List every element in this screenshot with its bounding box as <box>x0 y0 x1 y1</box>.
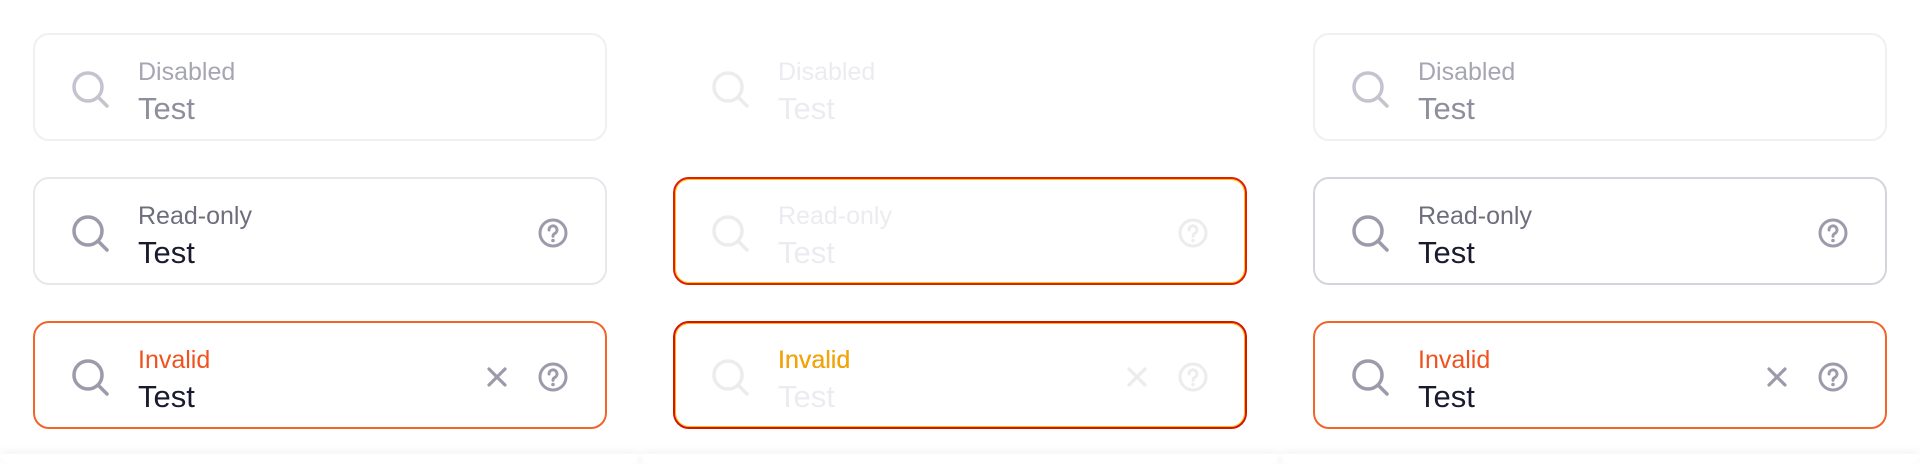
field-label: Read-only <box>1418 202 1532 230</box>
field-value: Test <box>1418 91 1475 126</box>
disabled-search-field: Disabled Test <box>673 33 1247 141</box>
panel-default: Disabled Test Read-only Test Invalid Tes… <box>0 0 640 464</box>
help-circle-icon[interactable] <box>1815 359 1851 395</box>
invalid-search-field[interactable]: Invalid Test <box>33 321 607 429</box>
help-circle-icon[interactable] <box>535 215 571 251</box>
help-circle-icon[interactable] <box>1815 215 1851 251</box>
field-value[interactable]: Test <box>1418 235 1475 271</box>
field-value[interactable]: Test <box>778 235 835 271</box>
field-value[interactable]: Test <box>1418 379 1475 415</box>
search-icon <box>1352 215 1389 252</box>
panel-alternate: Disabled Test Read-only Test Invalid Tes… <box>1280 0 1920 464</box>
field-label: Read-only <box>138 202 252 230</box>
search-icon <box>72 359 109 396</box>
search-icon <box>712 215 749 252</box>
field-value: Test <box>778 91 835 126</box>
close-icon[interactable] <box>479 359 515 395</box>
readonly-search-field[interactable]: Read-only Test <box>1313 177 1887 285</box>
field-label: Disabled <box>778 58 876 86</box>
help-circle-icon[interactable] <box>535 359 571 395</box>
close-icon[interactable] <box>1759 359 1795 395</box>
disabled-search-field: Disabled Test <box>1313 33 1887 141</box>
search-icon <box>712 359 749 396</box>
readonly-search-field[interactable]: Read-only Test <box>33 177 607 285</box>
disabled-search-field: Disabled Test <box>33 33 607 141</box>
field-label: Disabled <box>1418 58 1516 86</box>
field-value[interactable]: Test <box>138 379 195 415</box>
invalid-search-field[interactable]: Invalid Test <box>673 321 1247 429</box>
close-icon[interactable] <box>1119 359 1155 395</box>
panel-high-contrast: Disabled Test Read-only Test Invalid Tes… <box>640 0 1280 464</box>
search-icon <box>712 71 749 108</box>
readonly-search-field[interactable]: Read-only Test <box>673 177 1247 285</box>
field-label: Invalid <box>138 346 211 374</box>
field-label: Read-only <box>778 202 892 230</box>
search-icon <box>1352 359 1389 396</box>
field-value: Test <box>138 91 195 126</box>
invalid-search-field[interactable]: Invalid Test <box>1313 321 1887 429</box>
help-circle-icon[interactable] <box>1175 215 1211 251</box>
field-value[interactable]: Test <box>138 235 195 271</box>
help-circle-icon[interactable] <box>1175 359 1211 395</box>
search-icon <box>72 215 109 252</box>
field-label: Invalid <box>1418 346 1491 374</box>
search-icon <box>1352 71 1389 108</box>
field-label: Disabled <box>138 58 236 86</box>
field-value[interactable]: Test <box>778 379 835 415</box>
search-icon <box>72 71 109 108</box>
field-label: Invalid <box>778 346 851 374</box>
